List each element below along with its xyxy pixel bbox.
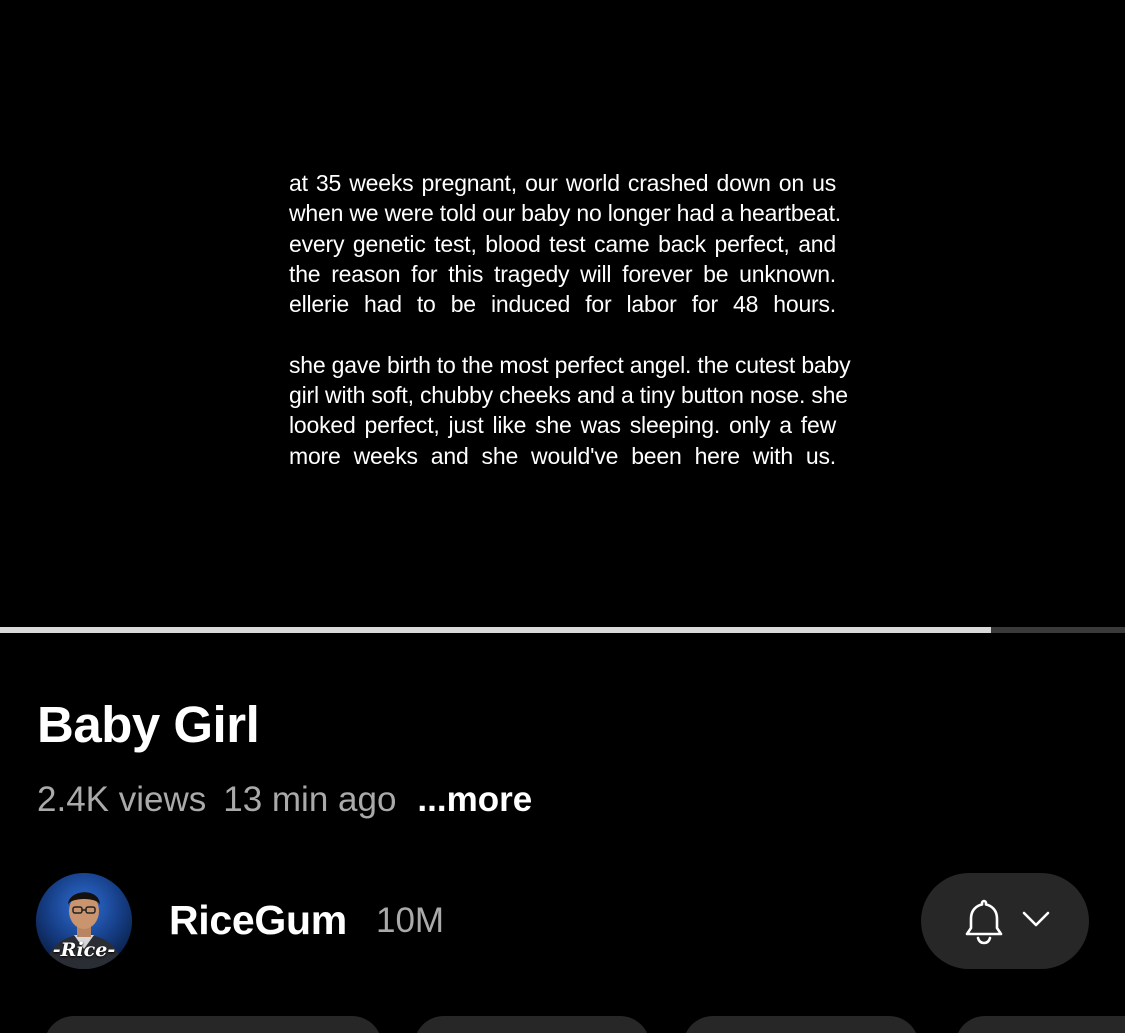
action-chip[interactable] [44,1016,382,1033]
caption-line: looked perfect, just like she was sleepi… [289,412,836,439]
caption-line: every genetic test, blood test came back… [289,230,836,257]
progress-played [0,627,992,633]
channel-name[interactable]: RiceGum [169,895,347,945]
caption-paragraph-gap [289,319,836,349]
video-player[interactable]: at 35 weeks pregnant, our world crashed … [0,0,1125,630]
channel-avatar[interactable]: -Rice- [36,873,132,969]
caption-line: ellerie had to be induced for labor for … [289,291,836,318]
action-chips-row [0,1016,1125,1033]
video-title[interactable]: Baby Girl [37,694,260,756]
video-meta-row[interactable]: 2.4K views 13 min ago ...more [37,778,549,822]
caption-line: girl with soft, chubby cheeks and a tiny… [289,382,848,409]
avatar-watermark: -Rice- [52,939,116,961]
action-chip[interactable] [955,1016,1125,1033]
more-link[interactable]: ...more [417,780,532,819]
video-caption-text: at 35 weeks pregnant, our world crashed … [289,168,851,471]
caption-line: more weeks and she would've been here wi… [289,442,836,469]
action-chip[interactable] [414,1016,650,1033]
caption-line: the reason for this tragedy will forever… [289,260,836,287]
caption-line: at 35 weeks pregnant, our world crashed … [289,170,836,196]
caption-line: when we were told our baby no longer had… [289,200,842,227]
subscriber-count: 10M [376,901,445,940]
caption-line: she gave birth to the most perfect angel… [289,351,851,378]
view-count: 2.4K views [37,780,207,819]
action-chip[interactable] [683,1016,919,1033]
chevron-down-icon [1022,911,1050,927]
subscribed-notifications-button[interactable] [921,873,1089,969]
upload-age: 13 min ago [223,780,397,819]
bell-icon [965,899,1003,945]
video-progress-bar[interactable] [0,627,1125,633]
